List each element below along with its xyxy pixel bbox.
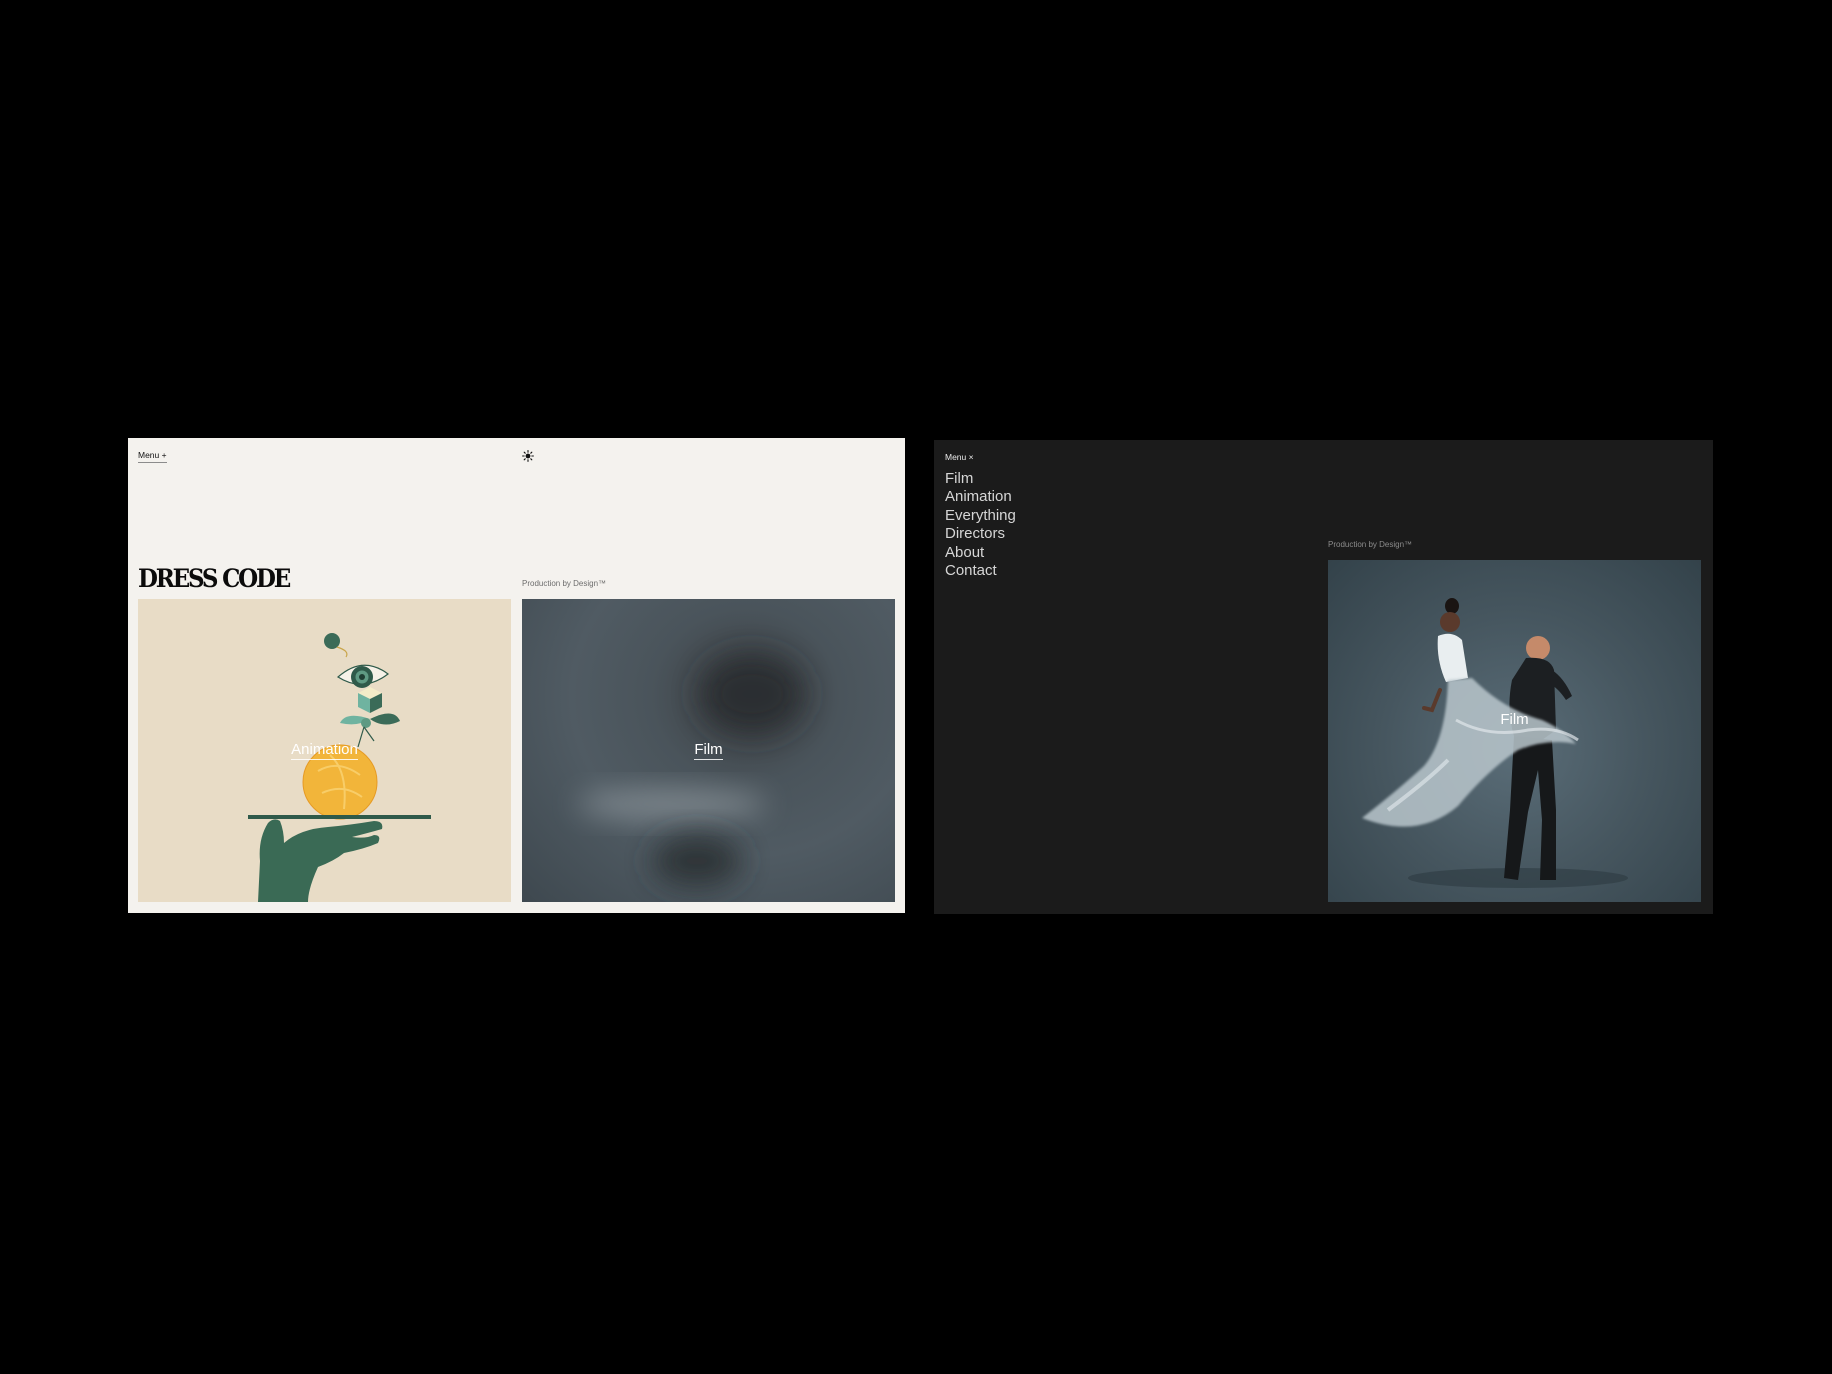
moon-icon[interactable]: [1330, 453, 1340, 463]
dress-code-logo[interactable]: DRESS CODE: [138, 564, 291, 593]
nav-item-film[interactable]: Film: [945, 470, 1016, 488]
tagline: Production by Design™: [522, 579, 607, 588]
nav-item-contact[interactable]: Contact: [945, 562, 1016, 580]
film-tile-label[interactable]: Film: [522, 740, 895, 760]
animation-tile[interactable]: Animation: [138, 599, 511, 902]
nav-item-directors[interactable]: Directors: [945, 525, 1016, 543]
menu-close-button[interactable]: Menu ×: [945, 452, 974, 464]
light-theme-page: Menu + DRESS CODE Production by Design™: [128, 438, 905, 913]
nav-item-about[interactable]: About: [945, 544, 1016, 562]
film-tile-label[interactable]: Film: [1328, 711, 1701, 729]
nav-item-everything[interactable]: Everything: [945, 507, 1016, 525]
dancers-photo: [1362, 598, 1628, 888]
tagline: Production by Design™: [1328, 540, 1413, 549]
film-tile[interactable]: Film: [522, 599, 895, 902]
dark-theme-page-menu-open: Menu × Film Animation Everything Directo…: [934, 440, 1713, 914]
menu-button[interactable]: Menu +: [138, 450, 167, 463]
main-nav: Film Animation Everything Directors Abou…: [945, 470, 1016, 580]
nav-item-animation[interactable]: Animation: [945, 488, 1016, 506]
film-tile[interactable]: Film: [1328, 560, 1701, 902]
sun-icon[interactable]: [522, 450, 534, 462]
animation-tile-label[interactable]: Animation: [138, 740, 511, 760]
